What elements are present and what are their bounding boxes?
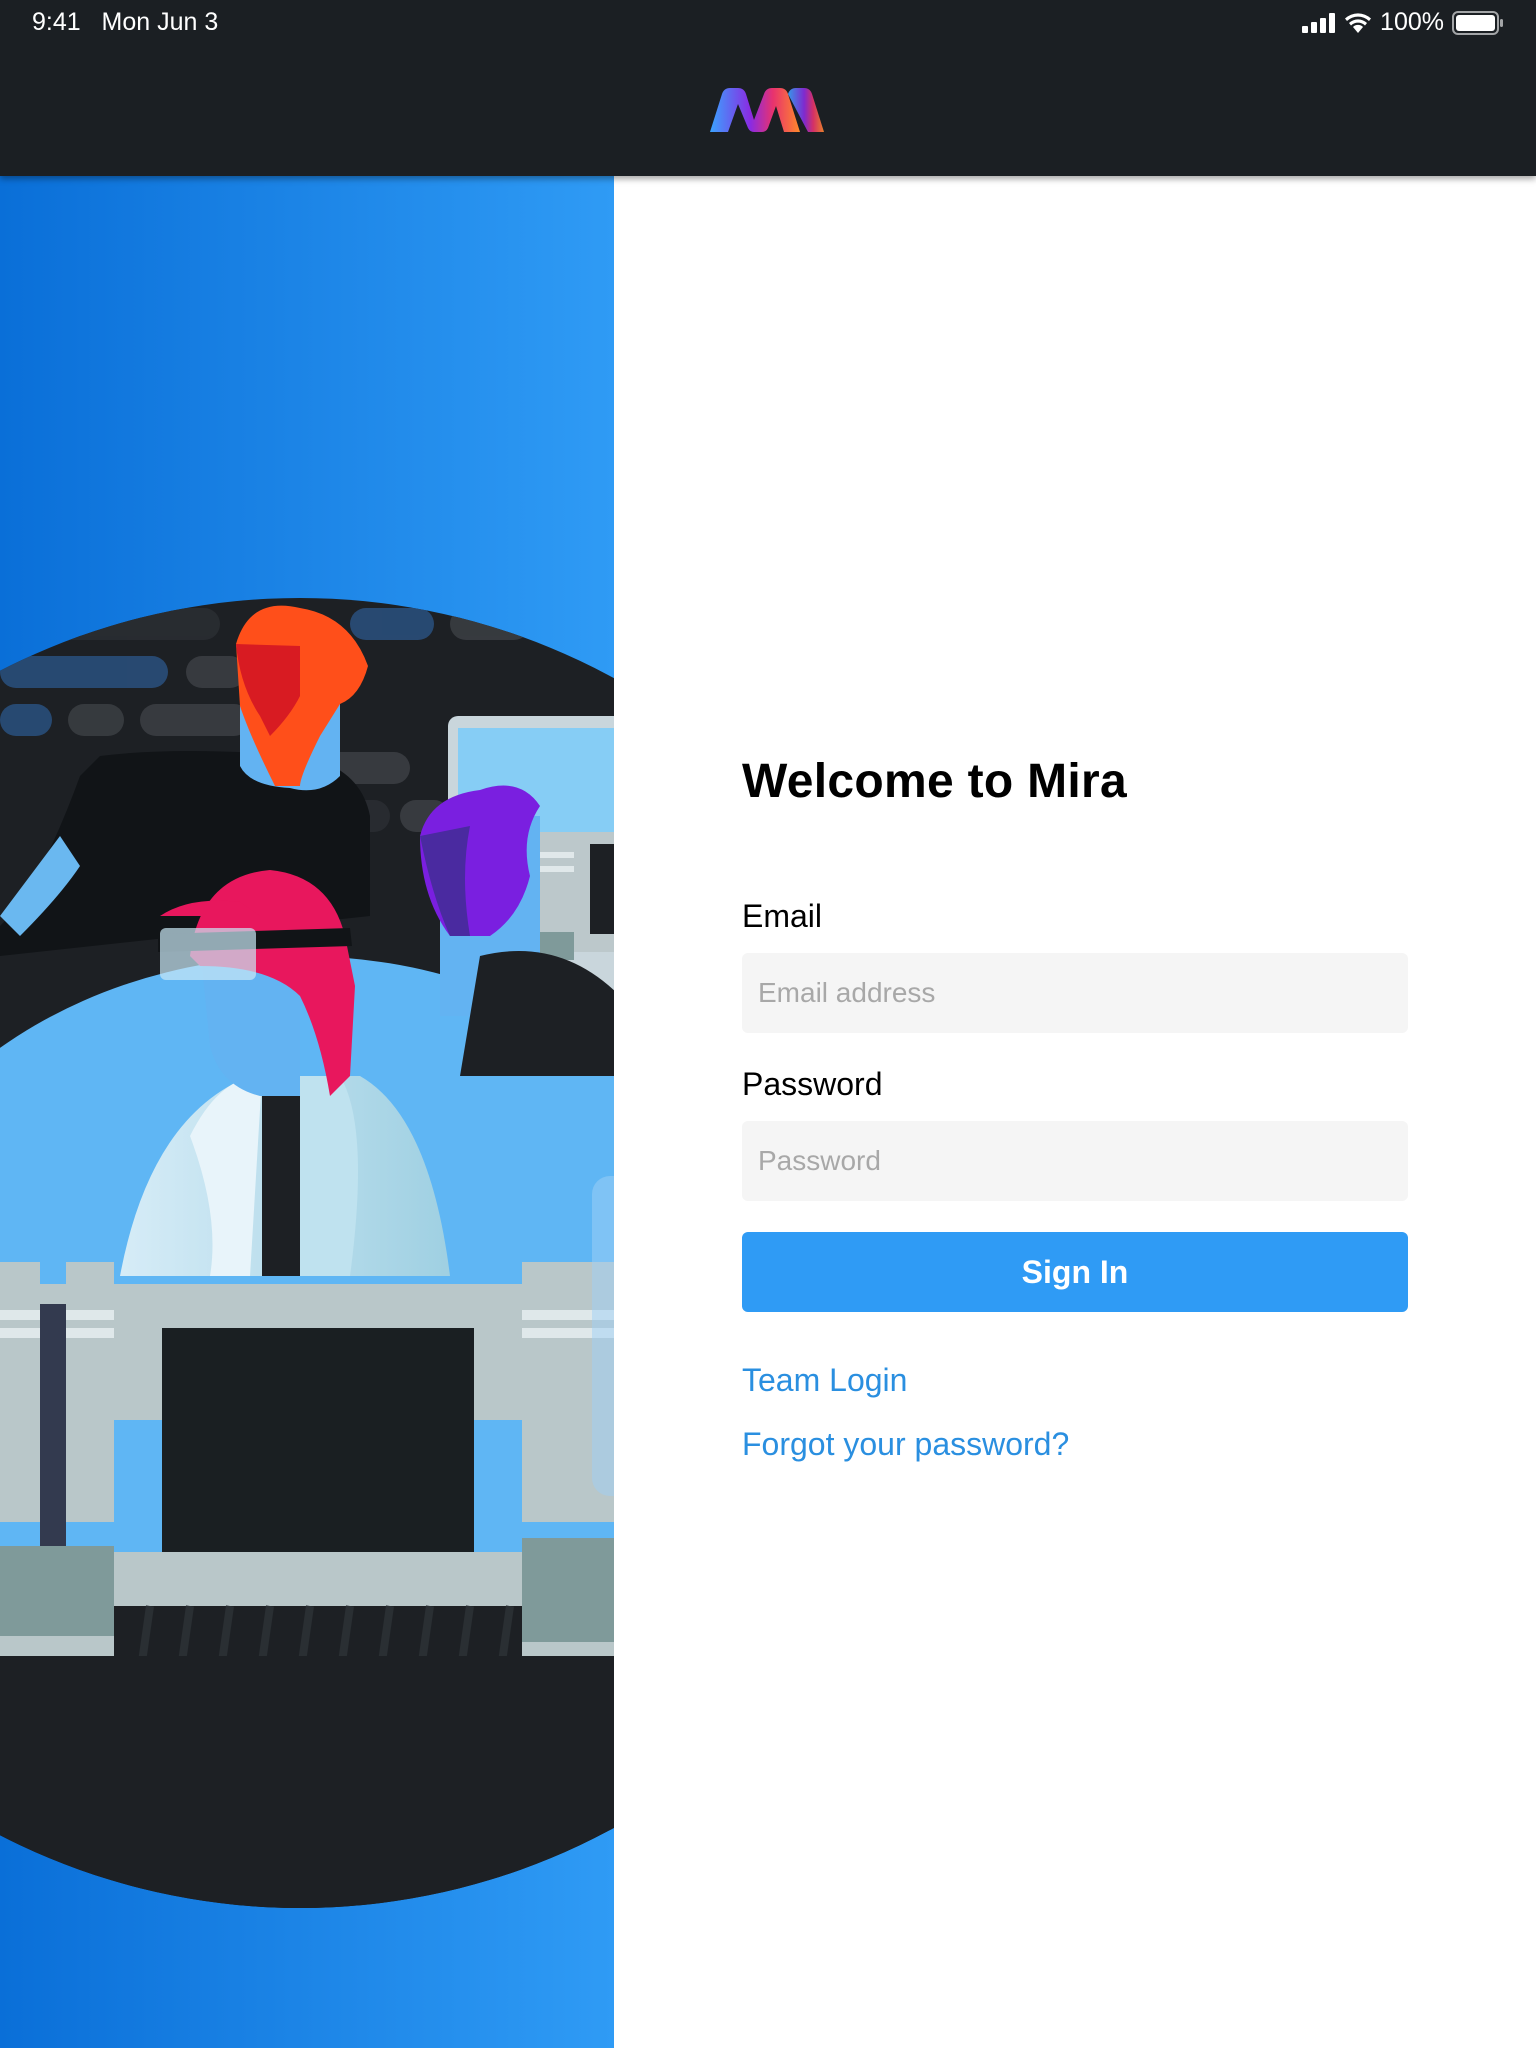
battery-icon	[1452, 10, 1504, 35]
email-field[interactable]	[742, 953, 1408, 1033]
page-title: Welcome to Mira	[742, 755, 1128, 808]
sign-in-button[interactable]: Sign In	[742, 1232, 1408, 1312]
forgot-password-link[interactable]: Forgot your password?	[742, 1426, 1069, 1463]
team-login-link[interactable]: Team Login	[742, 1362, 907, 1399]
status-indicators: 100%	[1302, 8, 1504, 37]
status-time: 9:41	[32, 8, 81, 36]
wifi-icon	[1344, 12, 1372, 34]
email-label: Email	[742, 898, 823, 934]
battery-percent: 100%	[1380, 8, 1444, 36]
mira-logo	[708, 88, 828, 141]
top-bar: 9:41 Mon Jun 3 100%	[0, 0, 1536, 176]
status-bar-time: 9:41 Mon Jun 3	[32, 8, 218, 37]
password-field[interactable]	[742, 1121, 1408, 1201]
hero-illustration	[0, 176, 614, 2048]
cellular-signal-icon	[1302, 12, 1336, 33]
status-date: Mon Jun 3	[101, 8, 219, 36]
password-label: Password	[742, 1066, 883, 1102]
